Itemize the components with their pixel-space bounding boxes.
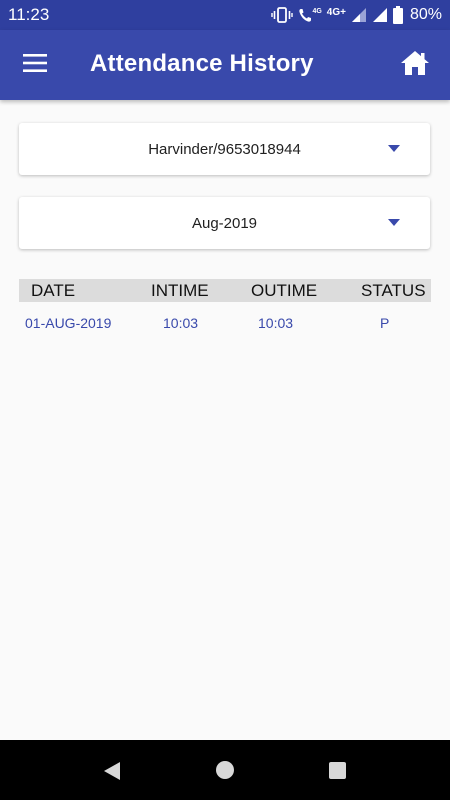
column-header-date: DATE	[31, 281, 76, 300]
signal-icon	[351, 7, 367, 23]
table-header: DATE INTIME OUTIME STATUS	[19, 279, 431, 302]
recents-icon[interactable]	[329, 762, 346, 779]
column-header-outime: OUTIME	[251, 281, 318, 300]
network-small-label: 4G	[312, 8, 322, 15]
dropdown-arrow-icon	[388, 219, 400, 226]
hamburger-menu-icon	[23, 53, 47, 77]
user-select-value: Harvinder/9653018944	[148, 140, 301, 158]
month-select[interactable]: Aug-2019	[19, 197, 430, 249]
page-title: Attendance History	[90, 50, 314, 77]
signal-icon	[372, 7, 388, 23]
network-label: 4G+	[326, 6, 346, 18]
column-header-status: STATUS	[361, 281, 426, 300]
cell-status: P	[380, 315, 390, 331]
month-select-value: Aug-2019	[191, 214, 258, 232]
status-bar: 11:23 4G 4G+ 80%	[0, 0, 450, 30]
battery-percent: 80%	[409, 6, 442, 23]
app-bar: Attendance History	[0, 30, 450, 100]
column-header-intime: INTIME	[151, 281, 209, 300]
wifi-call-icon: 4G	[298, 7, 322, 23]
status-icons: 4G 4G+ 80%	[271, 4, 442, 26]
status-time: 11:23	[8, 5, 50, 24]
cell-intime: 10:03	[163, 315, 199, 331]
home-circle-icon[interactable]	[216, 761, 234, 779]
vibrate-icon	[271, 7, 294, 23]
user-select[interactable]: Harvinder/9653018944	[19, 123, 430, 175]
back-icon[interactable]	[101, 760, 123, 782]
cell-date: 01-AUG-2019	[25, 315, 112, 331]
home-icon	[400, 50, 430, 81]
table-row[interactable]: 01-AUG-2019 10:03 10:03 P	[19, 310, 431, 338]
battery-icon	[392, 6, 403, 24]
home-button[interactable]	[398, 48, 432, 82]
system-nav-bar	[0, 740, 450, 800]
menu-button[interactable]	[16, 48, 54, 82]
cell-outime: 10:03	[258, 315, 294, 331]
dropdown-arrow-icon	[388, 145, 400, 152]
